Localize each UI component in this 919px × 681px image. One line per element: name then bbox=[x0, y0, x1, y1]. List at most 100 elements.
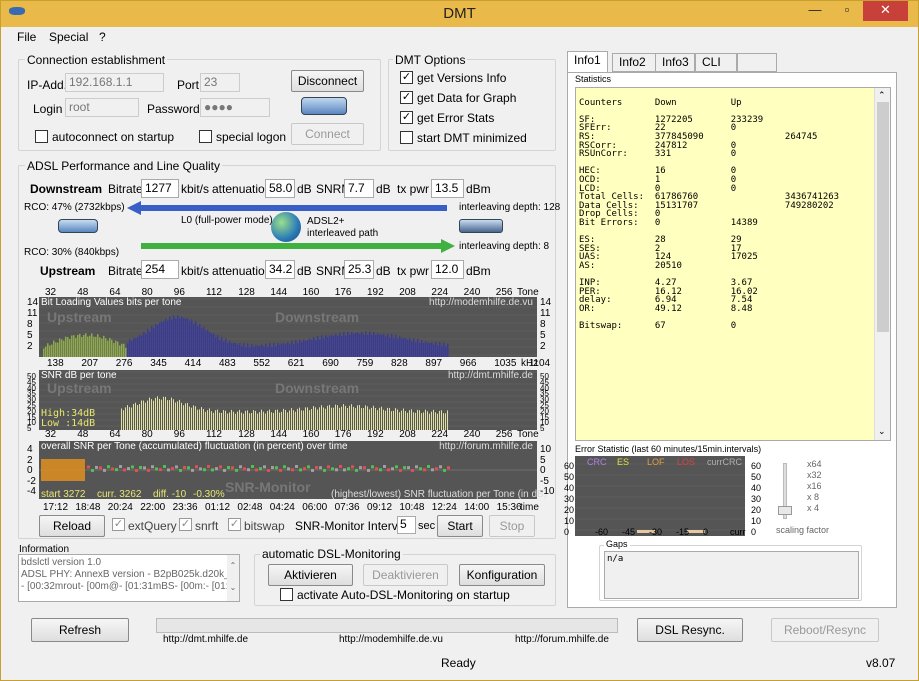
snr-bar bbox=[135, 402, 136, 430]
snr-bar bbox=[341, 406, 342, 430]
tab-empty[interactable] bbox=[737, 53, 777, 72]
login-field[interactable]: root bbox=[65, 98, 139, 117]
bit-bar bbox=[327, 337, 329, 357]
snr-bar bbox=[285, 409, 286, 430]
bit-bar bbox=[167, 320, 169, 357]
link-forum[interactable]: http://forum.mhilfe.de bbox=[515, 634, 609, 645]
reload-button[interactable]: Reload bbox=[39, 515, 105, 537]
bit-bar bbox=[343, 331, 345, 357]
menu-help[interactable]: ? bbox=[99, 30, 106, 44]
snr-bar bbox=[319, 407, 320, 430]
snrft-checkbox[interactable]: ✓ bbox=[179, 518, 192, 531]
fluctuation-mark bbox=[251, 465, 254, 469]
menu-special[interactable]: Special bbox=[49, 30, 88, 44]
tone-tick: 224 bbox=[431, 429, 449, 440]
scroll-thumb[interactable] bbox=[877, 102, 889, 332]
port-field[interactable]: 23 bbox=[200, 73, 240, 92]
reboot-resync-button[interactable]: Reboot/Resync bbox=[771, 618, 879, 642]
snr-bar bbox=[245, 410, 246, 430]
menu-file[interactable]: File bbox=[17, 30, 36, 44]
activate-button[interactable]: Aktivieren bbox=[268, 564, 353, 586]
bit-bar bbox=[163, 321, 165, 357]
snr-bar bbox=[207, 410, 208, 430]
snr-bar bbox=[443, 413, 444, 430]
scroll-down-icon[interactable]: ⌄ bbox=[878, 426, 886, 437]
auto-startup-checkbox[interactable] bbox=[280, 588, 293, 601]
refresh-button[interactable]: Refresh bbox=[31, 618, 129, 642]
snr-bar bbox=[365, 405, 366, 430]
snr-bar bbox=[193, 405, 194, 430]
err-ytick-left: 0 bbox=[564, 527, 570, 537]
us-att-unit: dB bbox=[297, 264, 312, 278]
statistics-scrollbar[interactable]: ⌃ ⌄ bbox=[874, 88, 890, 440]
bit-bar bbox=[141, 335, 143, 357]
scroll-up-icon[interactable]: ⌃ bbox=[878, 90, 886, 101]
interval-field[interactable]: 5 bbox=[397, 516, 416, 534]
autoconnect-checkbox[interactable] bbox=[35, 130, 48, 143]
ds-interleave: interleaving depth: 128 bbox=[459, 202, 561, 213]
us-att-value: 34.2 bbox=[265, 260, 295, 279]
snr-bar bbox=[141, 400, 142, 430]
password-field[interactable]: ●●●● bbox=[200, 98, 270, 117]
connect-button[interactable]: Connect bbox=[291, 123, 364, 145]
opt-errstats-checkbox[interactable]: ✓ bbox=[400, 111, 413, 124]
mon-ytick-right: -5 bbox=[540, 475, 549, 487]
time-tick: 20:24 bbox=[107, 502, 133, 513]
snr-bar bbox=[385, 410, 386, 430]
snr-bar bbox=[323, 407, 324, 430]
scaling-slider-thumb[interactable] bbox=[778, 506, 792, 515]
gaps-box[interactable]: n/a bbox=[604, 551, 859, 599]
fluctuation-mark bbox=[139, 465, 142, 469]
bit-bar bbox=[201, 328, 203, 357]
tab-cli[interactable]: CLI bbox=[695, 53, 737, 72]
close-icon[interactable]: ✕ bbox=[863, 1, 908, 21]
link-dmt[interactable]: http://dmt.mhilfe.de bbox=[163, 634, 248, 645]
ip-field[interactable]: 192.168.1.1 bbox=[65, 73, 164, 92]
err-ytick-left: 40 bbox=[564, 483, 575, 493]
fluctuation-mark bbox=[327, 465, 330, 469]
start-button[interactable]: Start bbox=[437, 515, 483, 537]
bitswap-checkbox[interactable]: ✓ bbox=[228, 518, 241, 531]
fluctuation-mark bbox=[423, 468, 426, 472]
bits-title: Bit Loading Values bits per tone bbox=[41, 297, 182, 308]
tab-info3[interactable]: Info3 bbox=[655, 53, 695, 72]
tab-info1[interactable]: Info1 bbox=[567, 51, 608, 73]
fluctuation-mark bbox=[355, 468, 358, 472]
bit-bar bbox=[59, 338, 61, 357]
disconnect-button[interactable]: Disconnect bbox=[291, 70, 364, 92]
dsl-resync-button[interactable]: DSL Resync. bbox=[637, 618, 743, 642]
snr-bar bbox=[301, 410, 302, 430]
minimize-icon[interactable]: — bbox=[801, 1, 829, 21]
mon-ytick-left: 2 bbox=[27, 454, 33, 466]
legend-los: LOS bbox=[677, 457, 696, 467]
opt-graph-checkbox[interactable]: ✓ bbox=[400, 91, 413, 104]
snr-bar bbox=[317, 409, 318, 430]
bit-bar bbox=[397, 338, 399, 357]
stop-button[interactable]: Stop bbox=[489, 515, 535, 537]
information-box[interactable]: bdslctl version 1.0 ADSL PHY: AnnexB ver… bbox=[18, 554, 240, 602]
opt-errstats-label: get Error Stats bbox=[417, 111, 495, 125]
bit-bar bbox=[371, 335, 373, 357]
opt-minimized-checkbox[interactable] bbox=[400, 131, 413, 144]
bit-bar bbox=[259, 345, 261, 357]
link-modemhilfe[interactable]: http://modemhilfe.de.vu bbox=[339, 634, 443, 645]
err-ytick-right: 40 bbox=[751, 483, 762, 493]
snr-bar bbox=[313, 406, 314, 430]
tone-label: Tone bbox=[517, 429, 539, 440]
extquery-checkbox[interactable]: ✓ bbox=[112, 518, 125, 531]
fluctuation-mark bbox=[179, 468, 182, 472]
maximize-icon[interactable]: ▫ bbox=[833, 1, 861, 21]
khz-tick: 966 bbox=[459, 358, 477, 369]
deactivate-button[interactable]: Deaktivieren bbox=[363, 564, 448, 586]
snr-bar bbox=[401, 410, 402, 430]
info-scrollbar[interactable]: ⌃ ⌄ bbox=[227, 555, 239, 601]
fluctuation-mark bbox=[171, 467, 174, 471]
bit-bar bbox=[131, 341, 133, 357]
errstat-graph bbox=[575, 456, 745, 536]
speciallogon-checkbox[interactable] bbox=[199, 130, 212, 143]
statistics-box[interactable]: Counters Down Up SF: 1272205 233239 SFEr… bbox=[575, 87, 891, 441]
configuration-button[interactable]: Konfiguration bbox=[459, 564, 545, 586]
opt-versions-checkbox[interactable]: ✓ bbox=[400, 71, 413, 84]
snr-bar bbox=[275, 409, 276, 430]
tab-info2[interactable]: Info2 bbox=[612, 53, 656, 72]
